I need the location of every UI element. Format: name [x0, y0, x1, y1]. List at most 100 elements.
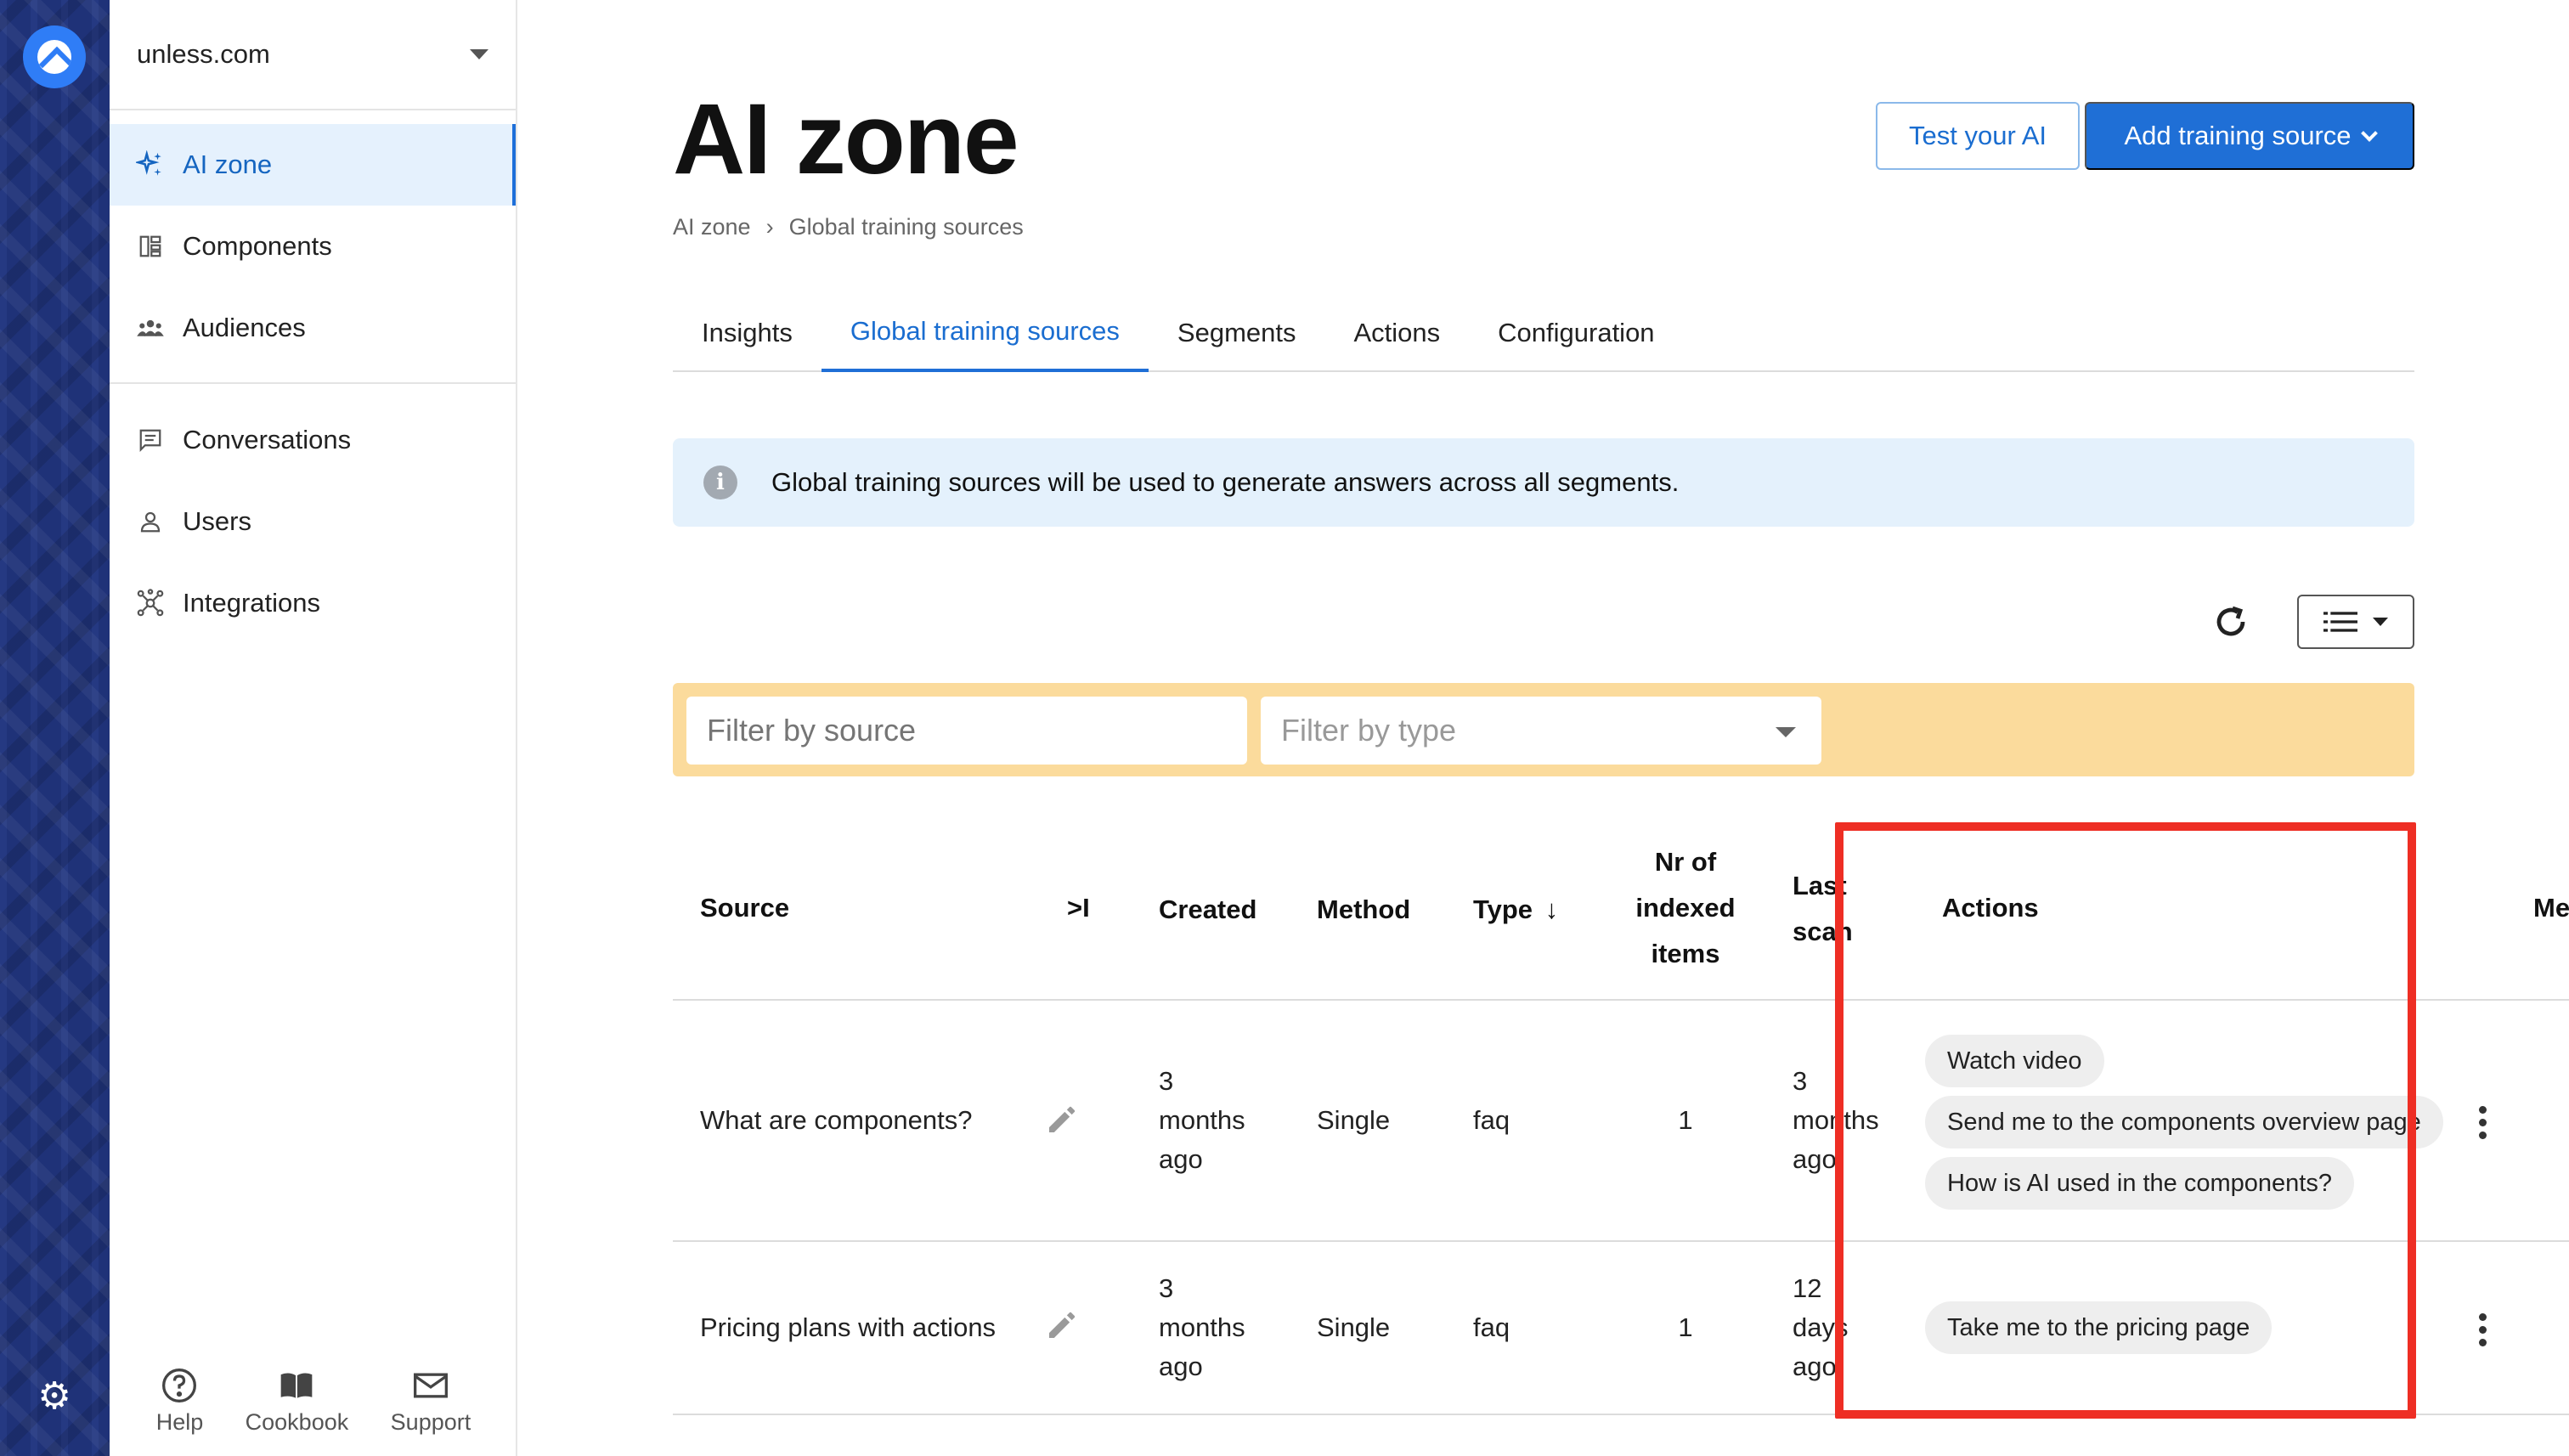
col-created[interactable]: Created: [1159, 887, 1256, 933]
user-icon: [135, 506, 166, 537]
sidebar-item-audiences[interactable]: Audiences: [110, 287, 516, 369]
settings-gear-icon[interactable]: ⚙: [34, 1376, 75, 1417]
org-name: unless.com: [137, 39, 270, 69]
tab-insights[interactable]: Insights: [673, 294, 822, 372]
sidebar-item-users[interactable]: Users: [110, 481, 516, 562]
main-content: AI zone Test your AI Add training source…: [673, 0, 2569, 1456]
sidebar-item-integrations[interactable]: Integrations: [110, 562, 516, 644]
sparkle-icon: [135, 150, 166, 180]
filter-type-select[interactable]: Filter by type: [1261, 697, 1821, 765]
app-logo-icon[interactable]: [23, 25, 86, 88]
action-pill[interactable]: Watch video: [1925, 1035, 2104, 1087]
row-scan-line-1: 3: [1793, 1066, 1808, 1096]
components-icon: [135, 231, 166, 262]
caret-down-icon: [470, 49, 488, 59]
caret-down-icon: [2373, 618, 2388, 626]
chevron-down-icon: [2360, 125, 2378, 142]
row-created-line-1: 3: [1159, 1066, 1174, 1096]
help-link[interactable]: Help: [156, 1367, 203, 1436]
row-actions: Watch video Send me to the components ov…: [1925, 1035, 2443, 1218]
sort-arrow-icon: ↓: [1544, 894, 1559, 924]
expand-column-icon[interactable]: >I: [1067, 885, 1090, 931]
add-training-source-label: Add training source: [2124, 121, 2352, 150]
sidebar-item-components[interactable]: Components: [110, 206, 516, 287]
row-source[interactable]: Pricing plans with actions: [700, 1308, 996, 1347]
row-menu-icon[interactable]: [2478, 1106, 2487, 1139]
sidebar-item-label: Users: [183, 506, 251, 536]
row-type: faq: [1473, 1105, 1510, 1135]
integrations-icon: [135, 588, 166, 618]
info-icon: i: [703, 466, 737, 499]
tab-configuration[interactable]: Configuration: [1469, 294, 1683, 372]
row-source[interactable]: What are components?: [700, 1101, 973, 1140]
row-last-scan: 12 days ago: [1793, 1269, 1848, 1386]
col-source[interactable]: Source: [700, 885, 789, 931]
support-link[interactable]: Support: [391, 1367, 471, 1436]
sidebar-item-label: Integrations: [183, 588, 320, 618]
cookbook-link[interactable]: Cookbook: [245, 1367, 349, 1436]
tab-segments[interactable]: Segments: [1149, 294, 1325, 372]
row-scan-line-3: ago: [1793, 1352, 1837, 1381]
filter-type-placeholder: Filter by type: [1281, 713, 1457, 748]
row-scan-line-2: days: [1793, 1312, 1849, 1342]
row-scan-line-1: 12: [1793, 1273, 1822, 1303]
row-created-line-1: 3: [1159, 1273, 1174, 1303]
action-pill[interactable]: How is AI used in the components?: [1925, 1157, 2354, 1210]
row-created: 3 months ago: [1159, 1062, 1245, 1179]
col-indexed-items[interactable]: Nr of indexed items: [1635, 839, 1736, 977]
sidebar: unless.com AI zone Components Audiences: [110, 0, 517, 1456]
row-created-line-2: months: [1159, 1105, 1245, 1135]
row-indexed: 1: [1678, 1312, 1693, 1342]
breadcrumb-separator: ›: [765, 214, 774, 240]
col-method[interactable]: Method: [1317, 887, 1410, 933]
sidebar-item-ai-zone[interactable]: AI zone: [110, 124, 516, 206]
table-header: Source >I Created Method Type ↓ Nr of in…: [673, 815, 2569, 1001]
add-training-source-button[interactable]: Add training source: [2085, 102, 2414, 170]
row-created-line-2: months: [1159, 1312, 1245, 1342]
pencil-edit-icon[interactable]: [1045, 1103, 1079, 1137]
view-toggle-button[interactable]: [2297, 595, 2414, 649]
col-type-label: Type: [1473, 894, 1533, 924]
col-actions[interactable]: Actions: [1942, 885, 2039, 931]
filter-bar: Filter by type: [673, 683, 2414, 776]
info-banner: i Global training sources will be used t…: [673, 438, 2414, 527]
tab-global-training-sources[interactable]: Global training sources: [821, 294, 1149, 372]
table-row[interactable]: What are components? 3 months ago Single…: [673, 1001, 2569, 1242]
table-row[interactable]: Pricing plans with actions 3 months ago …: [673, 1242, 2569, 1415]
help-icon: [162, 1368, 197, 1402]
caret-down-icon: [1776, 727, 1796, 737]
book-icon: [281, 1373, 313, 1398]
col-indexed-line-1: Nr of: [1654, 847, 1717, 877]
app-rail: ⚙: [0, 0, 110, 1456]
refresh-icon[interactable]: [2210, 601, 2251, 642]
sidebar-footer: Help Cookbook Support: [110, 1346, 517, 1456]
pencil-edit-icon[interactable]: [1045, 1308, 1079, 1342]
sidebar-item-label: AI zone: [183, 150, 273, 179]
mail-icon: [413, 1373, 448, 1397]
row-method: Single: [1317, 1105, 1391, 1135]
col-type[interactable]: Type ↓: [1473, 887, 1558, 933]
test-ai-button[interactable]: Test your AI: [1876, 102, 2080, 170]
row-method: Single: [1317, 1312, 1391, 1342]
action-pill[interactable]: Send me to the components overview page: [1925, 1096, 2443, 1148]
breadcrumb: AI zone › Global training sources: [673, 214, 1024, 240]
page-title: AI zone: [673, 83, 1019, 195]
nav-group-secondary: Conversations Users Integrations: [110, 384, 516, 659]
col-indexed-line-3: items: [1651, 939, 1720, 968]
col-last-scan-line-1: Last: [1793, 871, 1847, 900]
nav-group-primary: AI zone Components Audiences: [110, 110, 516, 384]
row-created-line-3: ago: [1159, 1144, 1203, 1174]
tab-actions[interactable]: Actions: [1324, 294, 1469, 372]
sidebar-item-conversations[interactable]: Conversations: [110, 399, 516, 481]
row-scan-line-3: ago: [1793, 1144, 1837, 1174]
cookbook-label: Cookbook: [245, 1408, 349, 1435]
org-selector[interactable]: unless.com: [110, 0, 516, 110]
row-created: 3 months ago: [1159, 1269, 1245, 1386]
breadcrumb-root[interactable]: AI zone: [673, 214, 751, 240]
row-menu-icon[interactable]: [2478, 1313, 2487, 1346]
filter-source-input[interactable]: [686, 697, 1247, 765]
action-pill[interactable]: Take me to the pricing page: [1925, 1301, 2273, 1354]
col-last-scan[interactable]: Last scan: [1793, 863, 1853, 955]
breadcrumb-current: Global training sources: [788, 214, 1024, 240]
chat-icon: [135, 425, 166, 455]
